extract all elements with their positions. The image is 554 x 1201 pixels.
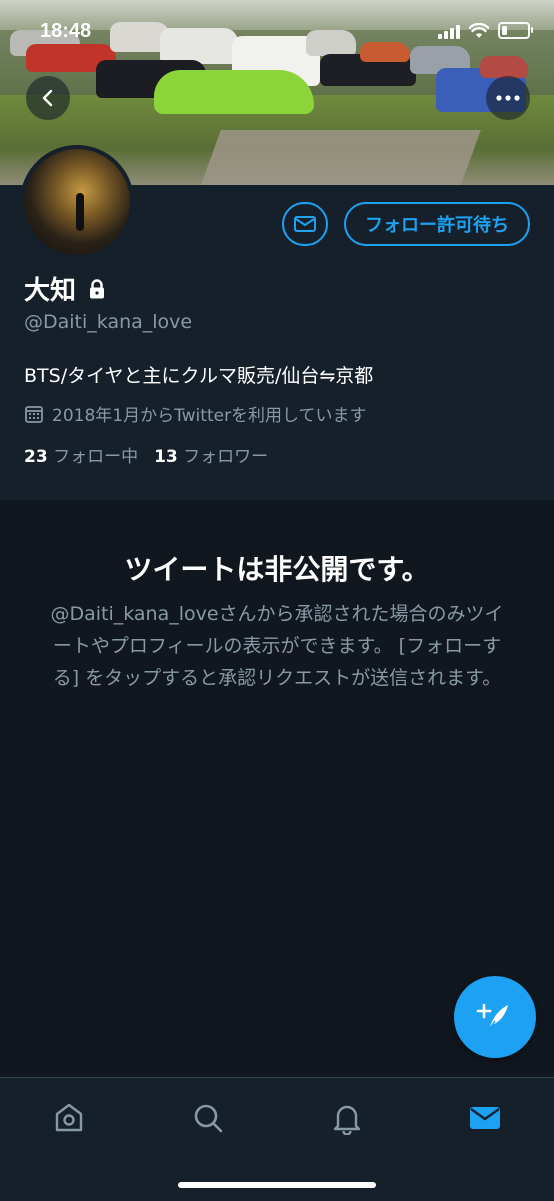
profile-name: 大知 <box>24 276 77 306</box>
followers-count: 13 <box>154 447 178 467</box>
profile-name-row: 大知 <box>24 270 108 307</box>
following-label: フォロー中 <box>53 447 139 467</box>
tab-home[interactable] <box>49 1098 89 1138</box>
private-notice-title: ツイートは非公開です。 <box>124 553 430 586</box>
followers-label: フォロワー <box>183 447 269 467</box>
more-icon <box>496 95 520 101</box>
follow-pending-label: フォロー許可待ち <box>365 215 509 236</box>
system-icons <box>438 22 533 39</box>
home-icon <box>55 1103 83 1132</box>
mail-icon <box>294 216 316 232</box>
joined-text: 2018年1月からTwitterを利用しています <box>52 406 367 426</box>
mail-icon <box>470 1107 500 1129</box>
search-icon <box>194 1104 223 1133</box>
wifi-icon <box>469 22 489 38</box>
follow-pending-button[interactable]: フォロー許可待ち <box>344 202 530 246</box>
private-notice-message: @Daiti_kana_loveさんから承認された場合のみツイートやプロフィール… <box>50 603 504 689</box>
battery-icon <box>498 22 533 39</box>
status-time: 18:48 <box>40 20 92 42</box>
home-indicator <box>178 1182 376 1188</box>
bell-icon <box>333 1105 361 1135</box>
profile-bio: BTS/タイヤと主にクルマ販売/仙台⇋京都 <box>24 365 374 387</box>
tab-notifications[interactable] <box>327 1098 367 1138</box>
lock-icon <box>90 278 105 298</box>
profile-avatar[interactable] <box>20 145 134 259</box>
chevron-left-icon <box>42 89 53 107</box>
calendar-icon <box>25 405 43 423</box>
cellular-signal-icon <box>438 23 460 39</box>
following-count: 23 <box>24 447 48 467</box>
profile-handle: @Daiti_kana_love <box>24 311 193 333</box>
follow-counts: 23 フォロー中 13 フォロワー <box>24 442 268 467</box>
tab-messages[interactable] <box>465 1098 505 1138</box>
profile-joined-date: 2018年1月からTwitterを利用しています <box>24 401 367 426</box>
more-button[interactable] <box>486 76 530 120</box>
compose-tweet-button[interactable] <box>454 976 536 1058</box>
direct-message-button[interactable] <box>282 202 328 246</box>
compose-icon <box>476 1003 508 1031</box>
status-bar: 18:48 <box>0 0 554 60</box>
following-link[interactable]: 23 フォロー中 <box>24 442 138 467</box>
tab-search[interactable] <box>188 1098 228 1138</box>
back-button[interactable] <box>26 76 70 120</box>
followers-link[interactable]: 13 フォロワー <box>154 442 268 467</box>
